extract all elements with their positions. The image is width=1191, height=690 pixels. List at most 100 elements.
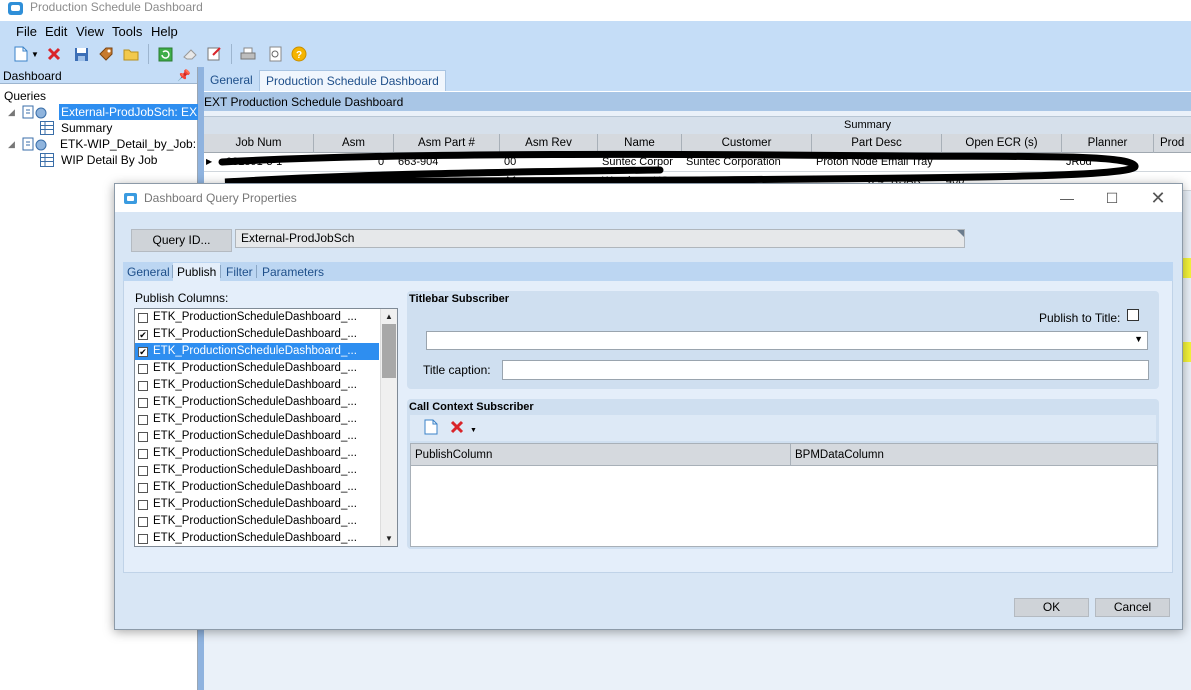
pin-icon[interactable]: 📌 <box>177 69 191 82</box>
publish-column-label: ETK_ProductionScheduleDashboard_... <box>153 379 357 391</box>
panel-title: EXT Production Schedule Dashboard <box>204 95 404 109</box>
query-id-button[interactable]: Query ID... <box>131 229 232 252</box>
dialog-tab-parameters[interactable]: Parameters <box>258 263 328 281</box>
menu-file[interactable]: File <box>16 24 37 39</box>
publish-column-checkbox[interactable] <box>138 381 148 391</box>
publish-column-checkbox[interactable]: ✔ <box>138 330 148 340</box>
new-icon[interactable] <box>12 45 30 63</box>
publish-columns-scrollbar[interactable]: ▲ ▼ <box>380 309 397 546</box>
query-id-field: External-ProdJobSch <box>235 229 965 248</box>
tab-separator <box>256 265 257 278</box>
maximize-icon[interactable]: ☐ <box>1100 188 1124 208</box>
expand-icon[interactable]: ◢ <box>8 104 15 120</box>
scroll-thumb[interactable] <box>382 324 396 378</box>
publish-column-checkbox[interactable] <box>138 313 148 323</box>
titlebar-subscriber-header: Titlebar Subscriber <box>409 293 510 305</box>
cancel-button[interactable]: Cancel <box>1095 598 1170 617</box>
publish-column-checkbox[interactable] <box>138 466 148 476</box>
tab-production-schedule-dashboard[interactable]: Production Schedule Dashboard <box>259 70 446 91</box>
expand-icon[interactable]: ◢ <box>8 136 15 152</box>
window-titlebar: Production Schedule Dashboard <box>0 0 1191 21</box>
close-icon[interactable]: ✕ <box>1146 188 1170 208</box>
publish-column-item[interactable]: ETK_ProductionScheduleDashboard_... <box>135 462 379 479</box>
publish-column-label: ETK_ProductionScheduleDashboard_... <box>153 464 357 476</box>
svg-text:?: ? <box>296 50 302 61</box>
menu-help[interactable]: Help <box>151 24 178 39</box>
delete-icon[interactable] <box>450 420 464 437</box>
dialog-tab-general[interactable]: General <box>123 263 174 281</box>
publish-column-item[interactable]: ETK_ProductionScheduleDashboard_... <box>135 428 379 445</box>
folder-icon[interactable] <box>122 45 140 63</box>
summary-band: Summary <box>204 116 1191 134</box>
dialog-tab-publish[interactable]: Publish <box>173 263 221 281</box>
titlebar-subscriber-group: Titlebar Subscriber Publish to Title: ▼ … <box>407 291 1159 389</box>
publish-column-item[interactable]: ETK_ProductionScheduleDashboard_... <box>135 411 379 428</box>
publish-to-title-checkbox[interactable] <box>1127 309 1139 321</box>
publish-column-checkbox[interactable] <box>138 483 148 493</box>
publish-column-label: ETK_ProductionScheduleDashboard_... <box>153 345 357 357</box>
publish-column-item[interactable]: ETK_ProductionScheduleDashboard_... <box>135 513 379 530</box>
delete-icon[interactable] <box>45 45 63 63</box>
dropdown-arrow-icon[interactable]: ▼ <box>30 45 40 63</box>
publish-column-item[interactable]: ETK_ProductionScheduleDashboard_... <box>135 309 379 326</box>
tree-item-etk-wip-detail[interactable]: ◢ ETK-WIP_Detail_by_Job: <box>8 136 198 152</box>
print-icon[interactable] <box>239 45 257 63</box>
publish-column-item[interactable]: ETK_ProductionScheduleDashboard_... <box>135 360 379 377</box>
publish-column-item[interactable]: ✔ ETK_ProductionScheduleDashboard_... <box>135 326 379 343</box>
col-bpm-data-column[interactable]: BPMDataColumn <box>791 444 1157 466</box>
tree-root-queries[interactable]: Queries <box>4 88 46 104</box>
new-icon[interactable] <box>424 419 438 438</box>
dock-title: Dashboard <box>3 69 62 83</box>
publish-column-checkbox[interactable] <box>138 398 148 408</box>
menu-bar: File Edit View Tools Help <box>0 21 1191 41</box>
menu-view[interactable]: View <box>76 24 104 39</box>
titlebar-subscriber-combo[interactable]: ▼ <box>426 331 1148 350</box>
menu-tools[interactable]: Tools <box>112 24 142 39</box>
publish-column-checkbox[interactable] <box>138 517 148 527</box>
ok-button[interactable]: OK <box>1014 598 1089 617</box>
scroll-up-icon[interactable]: ▲ <box>381 309 397 324</box>
publish-column-item[interactable]: ETK_ProductionScheduleDashboard_... <box>135 445 379 462</box>
tag-icon[interactable] <box>97 45 115 63</box>
toolbar: ▼ ? <box>0 41 1191 67</box>
publish-column-checkbox[interactable] <box>138 534 148 544</box>
dialog-titlebar[interactable]: Dashboard Query Properties — ☐ ✕ <box>115 184 1182 212</box>
chevron-down-icon[interactable]: ▼ <box>1134 334 1143 344</box>
col-publish-column[interactable]: PublishColumn <box>411 444 791 466</box>
publish-column-label: ETK_ProductionScheduleDashboard_... <box>153 413 357 425</box>
properties-icon[interactable] <box>205 45 223 63</box>
publish-column-item[interactable]: ETK_ProductionScheduleDashboard_... <box>135 530 379 546</box>
title-caption-input[interactable] <box>502 360 1149 380</box>
query-icon <box>22 137 48 151</box>
publish-column-checkbox[interactable] <box>138 449 148 459</box>
tree-item-external-prodjobsch[interactable]: ◢ External-ProdJobSch: EX <box>8 104 200 120</box>
eraser-icon[interactable] <box>181 45 199 63</box>
print-preview-icon[interactable] <box>266 45 284 63</box>
publish-column-checkbox[interactable] <box>138 364 148 374</box>
publish-column-item[interactable]: ETK_ProductionScheduleDashboard_... <box>135 394 379 411</box>
publish-column-item[interactable]: ETK_ProductionScheduleDashboard_... <box>135 479 379 496</box>
publish-column-checkbox[interactable] <box>138 432 148 442</box>
dashboard-tab-strip: General Production Schedule Dashboard <box>204 67 1191 91</box>
dialog-body: Query ID... External-ProdJobSch General … <box>115 212 1182 629</box>
help-icon[interactable]: ? <box>290 45 308 63</box>
dashboard-query-properties-dialog: Dashboard Query Properties — ☐ ✕ Query I… <box>114 183 1183 630</box>
save-icon[interactable] <box>72 45 90 63</box>
dialog-title: Dashboard Query Properties <box>144 191 297 205</box>
scroll-down-icon[interactable]: ▼ <box>381 531 397 546</box>
publish-column-checkbox[interactable] <box>138 415 148 425</box>
dropdown-arrow-icon[interactable]: ▼ <box>470 427 477 434</box>
publish-column-checkbox[interactable] <box>138 500 148 510</box>
title-caption-label: Title caption: <box>423 363 491 377</box>
publish-tab-content: Publish Columns: ETK_ProductionScheduleD… <box>123 281 1173 573</box>
publish-column-item[interactable]: ETK_ProductionScheduleDashboard_... <box>135 377 379 394</box>
dialog-app-icon <box>124 193 137 204</box>
minimize-icon[interactable]: — <box>1055 188 1079 208</box>
publish-column-item[interactable]: ✔ ETK_ProductionScheduleDashboard_... <box>135 343 379 360</box>
dialog-tab-filter[interactable]: Filter <box>222 263 257 281</box>
refresh-icon[interactable] <box>156 45 174 63</box>
publish-column-checkbox[interactable]: ✔ <box>138 347 148 357</box>
tab-general[interactable]: General <box>204 70 259 91</box>
publish-column-item[interactable]: ETK_ProductionScheduleDashboard_... <box>135 496 379 513</box>
menu-edit[interactable]: Edit <box>45 24 67 39</box>
